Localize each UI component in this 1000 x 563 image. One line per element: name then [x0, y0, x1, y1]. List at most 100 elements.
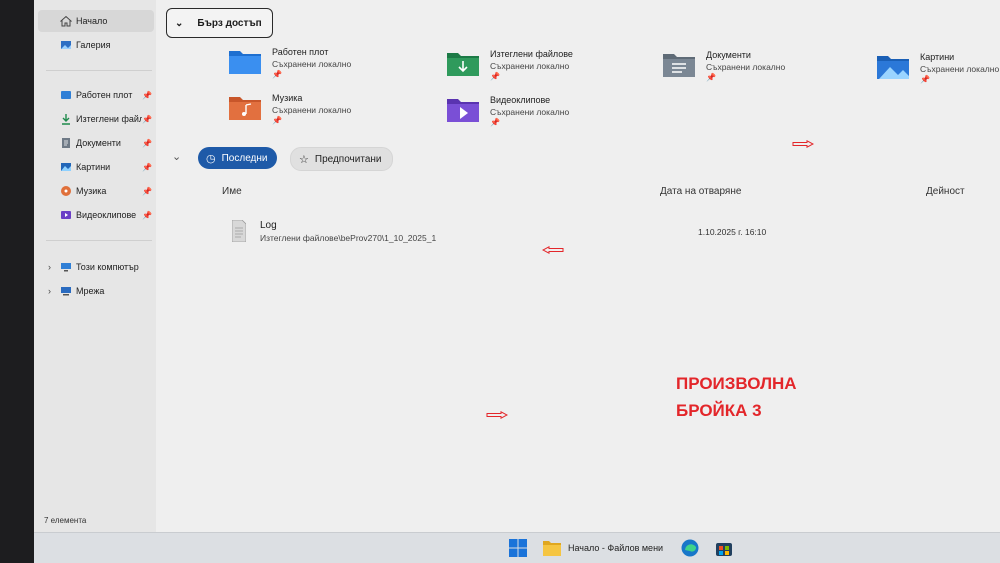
sidebar-item-label: Галерия [76, 40, 111, 50]
red-arrow-annotation [542, 246, 564, 254]
chevron-right-icon[interactable]: › [48, 262, 51, 272]
gallery-icon [61, 41, 71, 49]
folder-status: Съхранени локално [490, 61, 570, 71]
quick-access-item-pictures[interactable]: Картини Съхранени локално 📌 [876, 52, 999, 84]
taskbar-store[interactable] [714, 537, 734, 559]
tab-label: Последни [221, 152, 268, 164]
sidebar-item-videos[interactable]: Видеоклипове 📌 [38, 204, 154, 226]
navigation-pane: Начало Галерия Работен плот 📌 Изтеглени … [34, 0, 157, 532]
taskbar: Начало - Файлов мени [34, 532, 1000, 563]
tab-recent[interactable]: ◷ Последни [198, 147, 278, 169]
pin-icon: 📌 [142, 162, 152, 172]
quick-access-item-documents[interactable]: Документи Съхранени локално 📌 [662, 50, 785, 82]
folder-status: Съхранени локално [920, 64, 1000, 74]
sidebar-item-network[interactable]: › Мрежа [38, 280, 154, 302]
taskbar-edge[interactable] [680, 537, 700, 559]
chevron-down-icon[interactable]: ⌄ [172, 150, 181, 163]
column-header-action[interactable]: Дейност [926, 186, 965, 197]
red-arrow-annotation [486, 411, 508, 419]
red-arrow-annotation [792, 140, 814, 148]
tab-favorites[interactable]: ☆ Предпочитани [290, 147, 393, 171]
pin-icon: 📌 [490, 72, 500, 81]
pin-icon: 📌 [272, 116, 282, 125]
folder-name: Музика [272, 93, 303, 103]
content-pane: ⌄ Бърз достъп Работен плот Съхранени лока… [156, 0, 1000, 532]
pin-icon: 📌 [142, 210, 152, 220]
computer-icon [61, 263, 71, 272]
sidebar-item-label: Документи [76, 138, 121, 148]
pin-icon: 📌 [142, 114, 152, 124]
videos-folder-icon [447, 99, 479, 122]
column-header-date[interactable]: Дата на отваряне [660, 186, 741, 197]
sidebar-item-music[interactable]: Музика 📌 [38, 180, 154, 202]
sidebar-item-gallery[interactable]: Галерия [38, 34, 154, 56]
pictures-folder-icon [877, 56, 909, 79]
store-icon [716, 543, 732, 556]
quick-access-item-downloads[interactable]: Изтеглени файлове Съхранени локално 📌 [446, 49, 573, 81]
chevron-right-icon[interactable]: › [48, 286, 51, 296]
pin-icon: 📌 [706, 73, 716, 82]
sidebar-item-label: Мрежа [76, 286, 105, 296]
folder-name: Документи [706, 50, 751, 60]
sidebar-item-label: Изтеглени файлове [76, 114, 142, 124]
sidebar-item-label: Музика [76, 186, 107, 196]
sidebar-item-home[interactable]: Начало [38, 10, 154, 32]
pin-icon: 📌 [272, 70, 282, 79]
pin-icon: 📌 [142, 186, 152, 196]
star-icon: ☆ [299, 153, 309, 166]
sidebar-item-desktop[interactable]: Работен плот 📌 [38, 84, 154, 106]
quick-access-header[interactable]: ⌄ Бърз достъп [166, 8, 273, 38]
status-item-count: 7 елемента [44, 516, 87, 525]
column-header-name[interactable]: Име [222, 186, 242, 197]
pin-icon: 📌 [142, 138, 152, 148]
sidebar-item-pictures[interactable]: Картини 📌 [38, 156, 154, 178]
sidebar-item-this-pc[interactable]: › Този компютър [38, 256, 154, 278]
pin-icon: 📌 [490, 118, 500, 127]
sidebar-item-label: Видеоклипове [76, 210, 137, 220]
network-icon [61, 287, 71, 296]
quick-access-title: Бърз достъп [197, 17, 262, 29]
file-icon [232, 220, 246, 242]
file-date: 1.10.2025 г. 16:10 [698, 227, 767, 237]
sidebar-item-label: Картини [76, 162, 111, 172]
desktop-icon [61, 91, 71, 99]
quick-access-item-desktop[interactable]: Работен плот Съхранени локално 📌 [228, 47, 351, 79]
file-name: Log [260, 220, 277, 231]
taskbar-file-explorer[interactable]: Начало - Файлов мени [542, 537, 663, 559]
quick-access-item-videos[interactable]: Видеоклипове Съхранени локално 📌 [446, 95, 569, 127]
folder-name: Изтеглени файлове [490, 49, 573, 59]
download-icon [62, 114, 70, 125]
file-explorer-window: Начало Галерия Работен плот 📌 Изтеглени … [34, 0, 1000, 532]
sidebar-item-documents[interactable]: Документи 📌 [38, 132, 154, 154]
sidebar-divider [46, 240, 152, 241]
edge-icon [681, 539, 699, 557]
table-row[interactable]: Log Изтеглени файлове\beProv270\1_10_202… [222, 216, 982, 246]
start-button[interactable] [508, 537, 528, 559]
folder-status: Съхранени локално [706, 62, 786, 72]
folder-status: Съхранени локално [490, 107, 570, 117]
folder-name: Картини [920, 52, 955, 62]
folder-name: Видеоклипове [490, 95, 551, 105]
music-icon [61, 186, 71, 196]
sidebar-divider [46, 70, 152, 71]
chevron-down-icon: ⌄ [175, 17, 184, 29]
tab-label: Предпочитани [314, 153, 382, 165]
music-folder-icon [229, 97, 261, 120]
sidebar-item-downloads[interactable]: Изтеглени файлове 📌 [38, 108, 154, 130]
red-annotation-text: ПРОИЗВОЛНА БРОЙКА 3 [676, 374, 797, 420]
windows-icon [509, 539, 527, 557]
file-path: Изтеглени файлове\beProv270\1_10_2025_1 [260, 233, 437, 243]
videos-icon [61, 211, 71, 219]
clock-icon: ◷ [206, 152, 216, 165]
pin-icon: 📌 [142, 90, 152, 100]
sidebar-item-label: Начало [76, 16, 108, 26]
quick-access-item-music[interactable]: Музика Съхранени локално 📌 [228, 93, 351, 125]
folder-status: Съхранени локално [272, 105, 352, 115]
folder-name: Работен плот [272, 47, 329, 57]
folder-status: Съхранени локално [272, 59, 352, 69]
folder-icon [543, 541, 561, 556]
taskbar-explorer-label: Начало - Файлов мени [568, 543, 664, 553]
home-icon [60, 15, 72, 27]
documents-icon [62, 138, 70, 148]
sidebar-item-label: Този компютър [76, 262, 139, 272]
